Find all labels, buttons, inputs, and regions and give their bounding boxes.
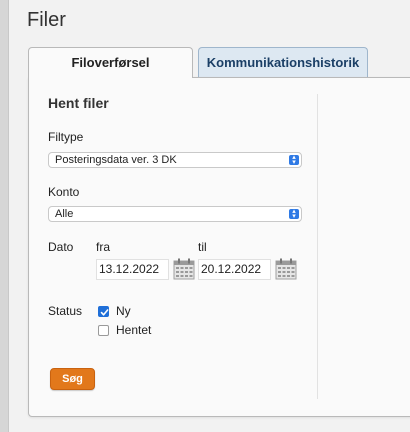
tab-filoverforsel[interactable]: Filoverførsel xyxy=(28,47,193,78)
page-title: Filer xyxy=(27,9,66,31)
filtype-select-value: Posteringsdata ver. 3 DK xyxy=(55,154,177,166)
status-hentet-checkbox[interactable] xyxy=(98,325,109,336)
status-ny-checkbox[interactable] xyxy=(98,306,109,317)
konto-select[interactable]: Alle ▴ ▾ xyxy=(48,206,302,222)
calendar-icon[interactable] xyxy=(173,258,195,280)
search-button[interactable]: Søg xyxy=(50,368,95,390)
status-ny-label: Ny xyxy=(116,304,131,318)
dato-to-label: til xyxy=(198,240,207,254)
konto-select-value: Alle xyxy=(55,208,74,220)
checkmark-icon xyxy=(100,309,109,316)
filtype-label: Filtype xyxy=(48,130,84,144)
dato-from-label: fra xyxy=(96,240,111,254)
date-from-input[interactable]: 13.12.2022 xyxy=(96,259,169,280)
panel-divider xyxy=(317,94,318,399)
konto-label: Konto xyxy=(48,185,80,199)
tab-panel: Hent filer Filtype Posteringsdata ver. 3… xyxy=(28,77,410,417)
dato-label: Dato xyxy=(48,240,74,254)
calendar-icon[interactable] xyxy=(275,258,297,280)
status-hentet-label: Hentet xyxy=(116,323,152,337)
chevron-updown-icon: ▴ ▾ xyxy=(289,208,299,220)
chevron-updown-icon: ▴ ▾ xyxy=(289,154,299,166)
filtype-select[interactable]: Posteringsdata ver. 3 DK ▴ ▾ xyxy=(48,152,302,168)
date-to-input[interactable]: 20.12.2022 xyxy=(198,259,271,280)
tab-kommunikationshistorik[interactable]: Kommunikationshistorik xyxy=(198,47,368,77)
section-title: Hent filer xyxy=(48,95,109,111)
status-label: Status xyxy=(48,304,83,318)
window-edge xyxy=(0,0,9,432)
